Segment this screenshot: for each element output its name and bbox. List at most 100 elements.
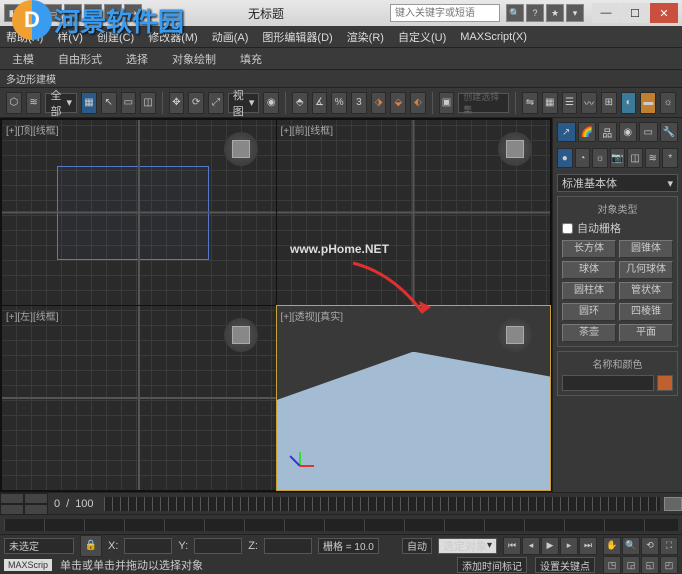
- unlink-tool-icon[interactable]: ≋: [26, 92, 42, 114]
- select-arrow-icon[interactable]: ↖: [101, 92, 117, 114]
- goto-start-icon[interactable]: ⏮: [503, 537, 521, 555]
- plane-button[interactable]: 平面: [619, 324, 673, 342]
- viewport-top-label[interactable]: [+][顶][线框]: [6, 122, 59, 137]
- align-icon[interactable]: ▦: [542, 92, 558, 114]
- y-input[interactable]: [194, 538, 242, 554]
- menu-animation[interactable]: 动画(A): [212, 29, 249, 45]
- cone-button[interactable]: 圆锥体: [619, 240, 673, 258]
- snap-b-icon[interactable]: ⬙: [390, 92, 406, 114]
- ribbon-tab-fill[interactable]: 填充: [234, 50, 268, 68]
- prev-frame-icon[interactable]: ◂: [522, 537, 540, 555]
- spinner-snap-icon[interactable]: 3: [351, 92, 367, 114]
- viewport-front[interactable]: [+][前][线框]: [277, 120, 551, 305]
- motion-tab-icon[interactable]: ◉: [619, 122, 638, 142]
- teapot-button[interactable]: 茶壶: [562, 324, 616, 342]
- search-input[interactable]: [390, 4, 500, 22]
- minimize-button[interactable]: —: [592, 3, 620, 23]
- config-icon[interactable]: ★: [546, 4, 564, 22]
- cylinder-button[interactable]: 圆柱体: [562, 282, 616, 300]
- hierarchy-tab-icon[interactable]: 品: [598, 122, 617, 142]
- viewport-persp-label[interactable]: [+][透视][真实]: [281, 308, 344, 323]
- select-rect-icon[interactable]: ▭: [121, 92, 137, 114]
- autogrid-checkbox[interactable]: 自动栅格: [562, 220, 673, 236]
- snap-c-icon[interactable]: ⬖: [410, 92, 426, 114]
- timeline-scrubber[interactable]: [664, 497, 682, 511]
- next-frame-icon[interactable]: ▸: [560, 537, 578, 555]
- helpers-cat-icon[interactable]: ◫: [627, 148, 643, 168]
- viewport-left-label[interactable]: [+][左][线框]: [6, 308, 59, 323]
- more-icon[interactable]: ▾: [566, 4, 584, 22]
- primitive-dropdown[interactable]: 标准基本体▾: [557, 174, 678, 192]
- autogrid-input[interactable]: [562, 223, 573, 234]
- nav-a-icon[interactable]: ◳: [603, 556, 621, 574]
- torus-button[interactable]: 圆环: [562, 303, 616, 321]
- curve-editor-icon[interactable]: 〰: [581, 92, 597, 114]
- menu-customize[interactable]: 自定义(U): [398, 29, 446, 45]
- trackbar[interactable]: [0, 514, 682, 534]
- move-tool-icon[interactable]: ✥: [169, 92, 185, 114]
- scale-tool-icon[interactable]: ⤢: [208, 92, 224, 114]
- menu-maxscript[interactable]: MAXScript(X): [460, 31, 527, 43]
- nav-c-icon[interactable]: ◱: [641, 556, 659, 574]
- nav-b-icon[interactable]: ◲: [622, 556, 640, 574]
- snap-a-icon[interactable]: ⬗: [371, 92, 387, 114]
- ribbon-tab-paint[interactable]: 对象绘制: [166, 50, 222, 68]
- cameras-cat-icon[interactable]: 📷: [610, 148, 626, 168]
- modify-tab-icon[interactable]: 🌈: [578, 122, 597, 142]
- close-button[interactable]: ✕: [650, 3, 678, 23]
- set-key-button[interactable]: 设置关键点: [535, 557, 595, 573]
- viewcube-icon[interactable]: [224, 132, 258, 166]
- viewport-perspective[interactable]: [+][透视][真实]: [277, 306, 551, 491]
- link-tool-icon[interactable]: ⬡: [6, 92, 22, 114]
- ribbon-tab-freeform[interactable]: 自由形式: [52, 50, 108, 68]
- viewcube-icon[interactable]: [498, 132, 532, 166]
- maxscript-listener[interactable]: MAXScrip: [4, 559, 52, 571]
- rotate-tool-icon[interactable]: ⟳: [188, 92, 204, 114]
- angle-snap-icon[interactable]: ∡: [312, 92, 328, 114]
- viewport-left[interactable]: [+][左][线框]: [2, 306, 276, 491]
- mirror-icon[interactable]: ⇋: [522, 92, 538, 114]
- pan-icon[interactable]: ✋: [603, 537, 621, 555]
- viewport-front-label[interactable]: [+][前][线框]: [281, 122, 334, 137]
- zoom-icon[interactable]: 🔍: [622, 537, 640, 555]
- ref-coord-system[interactable]: 视图▾: [228, 93, 260, 113]
- key-filter-dropdown[interactable]: 选定对象 ▾: [438, 538, 497, 554]
- select-window-icon[interactable]: ◫: [140, 92, 156, 114]
- utilities-tab-icon[interactable]: 🔧: [660, 122, 679, 142]
- viewport-top[interactable]: [+][顶][线框]: [2, 120, 276, 305]
- viewcube-icon[interactable]: [224, 318, 258, 352]
- box-button[interactable]: 长方体: [562, 240, 616, 258]
- lights-cat-icon[interactable]: ☼: [592, 148, 608, 168]
- help-icon[interactable]: ?: [526, 4, 544, 22]
- selection-filter[interactable]: 全部▾: [45, 93, 77, 113]
- viewcube-icon[interactable]: [498, 318, 532, 352]
- maximize-vp-icon[interactable]: ⛶: [660, 537, 678, 555]
- x-input[interactable]: [124, 538, 172, 554]
- timeline-track[interactable]: [104, 497, 660, 511]
- add-time-tag[interactable]: 添加时间标记: [457, 557, 527, 573]
- pivot-icon[interactable]: ◉: [263, 92, 279, 114]
- menu-graph-editors[interactable]: 图形编辑器(D): [262, 29, 332, 45]
- display-tab-icon[interactable]: ▭: [639, 122, 658, 142]
- menu-rendering[interactable]: 渲染(R): [347, 29, 384, 45]
- render-icon[interactable]: ☼: [660, 92, 676, 114]
- ribbon-tab-model[interactable]: 主模: [6, 50, 40, 68]
- ribbon-mode-label[interactable]: 多边形建模: [6, 71, 56, 86]
- goto-end-icon[interactable]: ⏭: [579, 537, 597, 555]
- object-color-swatch[interactable]: [657, 375, 673, 391]
- object-name-input[interactable]: [562, 375, 654, 391]
- geometry-cat-icon[interactable]: ●: [557, 148, 573, 168]
- spacewarps-cat-icon[interactable]: ≋: [645, 148, 661, 168]
- layer-icon[interactable]: ☰: [562, 92, 578, 114]
- percent-snap-icon[interactable]: %: [331, 92, 347, 114]
- z-input[interactable]: [264, 538, 312, 554]
- pyramid-button[interactable]: 四棱锥: [619, 303, 673, 321]
- snap-toggle-icon[interactable]: ⬘: [292, 92, 308, 114]
- sphere-button[interactable]: 球体: [562, 261, 616, 279]
- material-icon[interactable]: ◐: [621, 92, 637, 114]
- orbit-icon[interactable]: ⟲: [641, 537, 659, 555]
- ribbon-tab-select[interactable]: 选择: [120, 50, 154, 68]
- render-setup-icon[interactable]: ▬: [640, 92, 656, 114]
- maximize-button[interactable]: ☐: [621, 3, 649, 23]
- schematic-icon[interactable]: ⊞: [601, 92, 617, 114]
